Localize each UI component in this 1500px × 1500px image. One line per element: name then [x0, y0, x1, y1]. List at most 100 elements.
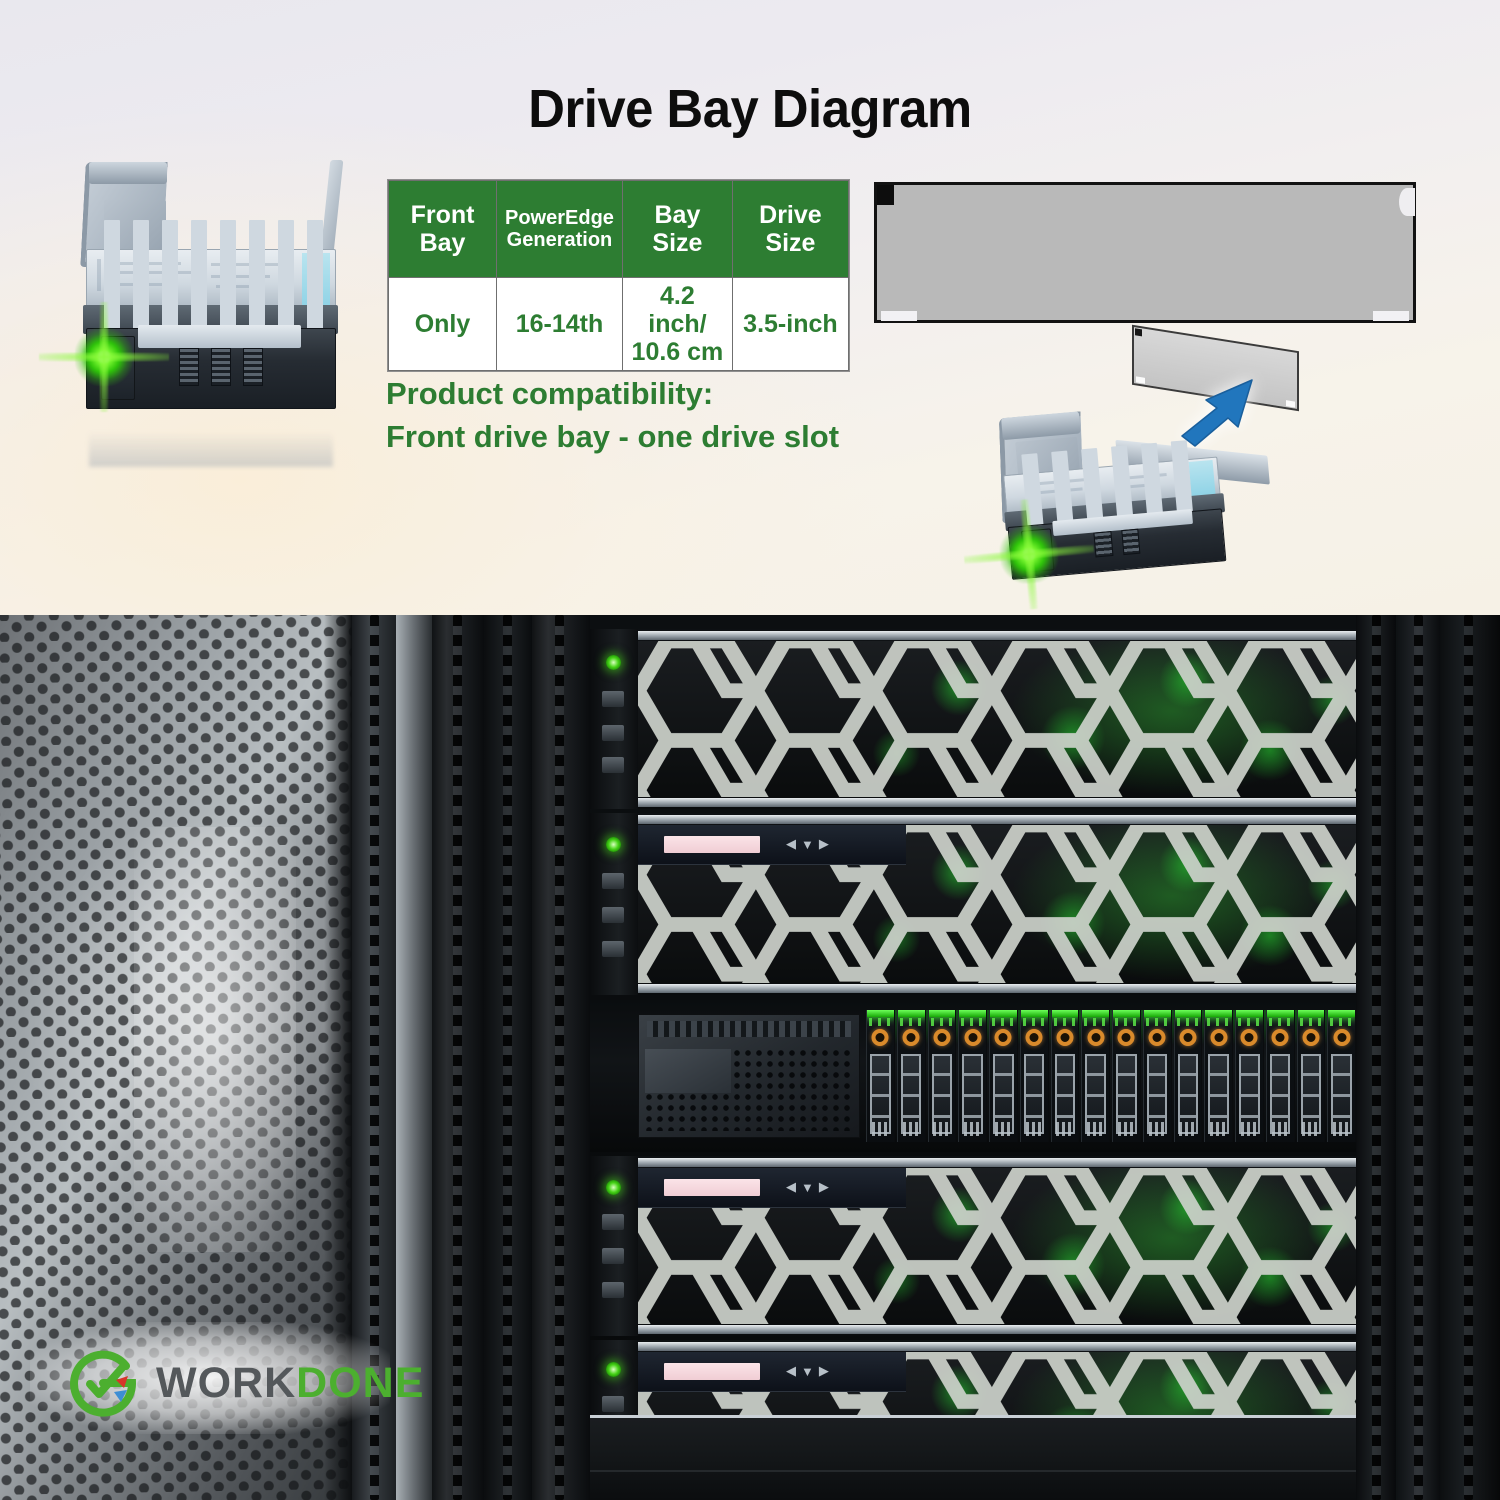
rack-post-right: [1440, 615, 1500, 1500]
caddy-handle-bar: [89, 162, 168, 185]
power-led-icon: [606, 1362, 621, 1377]
nav-select-icon[interactable]: ▼: [801, 1180, 814, 1195]
activity-led-icon: [74, 327, 133, 386]
drive-bay[interactable]: [1019, 1010, 1049, 1142]
drive-bay[interactable]: [989, 1010, 1018, 1142]
caddy-label-sticker: [1188, 459, 1216, 497]
nav-right-icon[interactable]: ▶: [819, 1363, 829, 1379]
drive-handle-icon: [1271, 1029, 1289, 1046]
lcd-nav-buttons[interactable]: ◀ ▼ ▶: [786, 1361, 862, 1381]
compatibility-heading: Product compatibility:: [386, 376, 714, 411]
nav-select-icon[interactable]: ▼: [801, 837, 814, 852]
slot-marker-bottom-left: [1136, 376, 1145, 384]
server-trim-top: [638, 815, 1360, 824]
drive-bay[interactable]: [1235, 1010, 1264, 1142]
drive-bay[interactable]: [1296, 1010, 1326, 1142]
drive-bay[interactable]: [1173, 1010, 1203, 1142]
cell-bay-size-l1: 4.2 inch/: [648, 282, 707, 338]
server-rack-ear: [590, 629, 638, 809]
server-trim-top: [638, 1342, 1360, 1351]
caddy-face-trim: [138, 324, 301, 348]
asset-label-strip: [664, 836, 760, 853]
caddy-body-top: [86, 249, 336, 314]
col-header-drive-size-l2: Size: [765, 229, 816, 257]
slot-marker-left: [1135, 328, 1142, 337]
server-rack-ear: [590, 1156, 638, 1336]
drive-handle-icon: [1056, 1029, 1074, 1046]
tray-reflection: [89, 432, 333, 467]
drive-handle-icon: [1240, 1029, 1258, 1046]
chassis-notch-top-right: [1399, 188, 1415, 216]
lcd-nav-buttons[interactable]: ◀ ▼ ▶: [786, 834, 862, 854]
cell-bay-size-l2: 10.6 cm: [631, 338, 724, 366]
drive-bay[interactable]: [927, 1010, 957, 1142]
server-rack-ear: [590, 813, 638, 995]
usb-port-icon: [602, 757, 624, 773]
rack-rail-inner-right: [1356, 615, 1396, 1500]
vga-port-icon: [602, 691, 624, 707]
server-trim-bottom: [638, 1325, 1360, 1334]
nav-select-icon[interactable]: ▼: [801, 1364, 814, 1379]
optical-bay-blank: [638, 1014, 860, 1138]
drive-bay[interactable]: [1327, 1010, 1356, 1142]
drive-handle-icon: [1087, 1029, 1105, 1046]
col-header-generation-l2: Generation: [506, 229, 613, 251]
power-led-icon: [606, 655, 621, 670]
rack-post-left: [532, 615, 590, 1500]
nav-left-icon[interactable]: ◀: [786, 1179, 796, 1195]
col-header-front-bay-l2: Bay: [419, 229, 466, 257]
lcd-nav-buttons[interactable]: ◀ ▼ ▶: [786, 1177, 862, 1197]
panel-seam: [590, 1470, 1360, 1472]
blank-plate: [645, 1049, 731, 1093]
col-header-drive-size-l1: Drive: [759, 201, 822, 229]
drive-bay[interactable]: [1204, 1010, 1233, 1142]
drive-handle-icon: [1117, 1029, 1135, 1046]
vga-port-icon: [602, 1214, 624, 1230]
drive-bay[interactable]: [1050, 1010, 1080, 1142]
usb-port-icon: [602, 725, 624, 741]
blank-filler-panel: [590, 1415, 1360, 1500]
drive-bay[interactable]: [896, 1010, 926, 1142]
server-unit: ◀ ▼ ▶: [590, 813, 1360, 995]
compatibility-detail: Front drive bay - one drive slot: [386, 419, 840, 455]
asset-label-strip: [664, 1179, 760, 1196]
drive-caddy: [63, 145, 353, 467]
page-title: Drive Bay Diagram: [528, 79, 972, 139]
drive-bay[interactable]: [1081, 1010, 1110, 1142]
drive-bay[interactable]: [866, 1010, 895, 1142]
col-header-generation: PowerEdge Generation: [496, 180, 623, 278]
cell-bay-size: 4.2 inch/ 10.6 cm: [621, 277, 733, 371]
drive-bay[interactable]: [1112, 1010, 1141, 1142]
drive-handle-icon: [871, 1029, 889, 1046]
drive-tray-illustration-right: [977, 387, 1270, 598]
rack-rail-mid-right: [1396, 615, 1440, 1500]
logo-text-work: WORK: [156, 1358, 297, 1407]
drive-bay[interactable]: [958, 1010, 987, 1142]
usb-port-icon: [602, 907, 624, 923]
col-header-bay-size-l1: Bay: [654, 201, 701, 229]
chassis-notch-bottom-left: [881, 311, 917, 321]
vga-port-icon: [602, 1396, 624, 1412]
nav-right-icon[interactable]: ▶: [819, 836, 829, 852]
hex-lattice: [638, 641, 1360, 797]
drive-bay-server-unit: [590, 1000, 1360, 1152]
table-header-row: Front Bay PowerEdge Generation Bay Size …: [388, 180, 849, 278]
drive-handle-icon: [1302, 1029, 1320, 1046]
server-control-panel: ◀ ▼ ▶: [638, 1168, 906, 1208]
drive-handle-icon: [902, 1029, 920, 1046]
drive-bay[interactable]: [1142, 1010, 1172, 1142]
nav-left-icon[interactable]: ◀: [786, 836, 796, 852]
server-trim-bottom: [638, 798, 1360, 807]
usb-port-icon: [602, 1248, 624, 1264]
cell-front-bay: Only: [388, 277, 497, 371]
nav-right-icon[interactable]: ▶: [819, 1179, 829, 1195]
drive-tray-illustration-left: [63, 145, 353, 467]
logo-wordmark: WORKDONE: [156, 1359, 424, 1408]
drive-bay[interactable]: [1265, 1010, 1295, 1142]
chassis-notch-bottom-right: [1373, 311, 1409, 321]
drive-handle-icon: [1210, 1029, 1228, 1046]
nav-left-icon[interactable]: ◀: [786, 1363, 796, 1379]
power-led-icon: [606, 837, 621, 852]
col-header-front-bay-l1: Front: [410, 201, 475, 229]
spec-table: Front Bay PowerEdge Generation Bay Size …: [388, 180, 849, 371]
